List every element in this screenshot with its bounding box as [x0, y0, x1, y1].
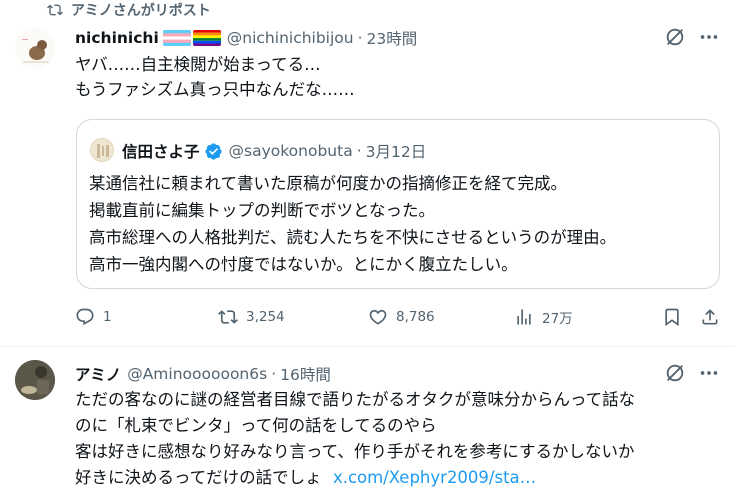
rainbow-flag-icon [192, 30, 221, 46]
quoted-line: 某通信社に頼まれて書いた原稿が何度かの指摘修正を経て完成。 [89, 174, 568, 193]
avatar[interactable] [15, 28, 55, 68]
share-button[interactable] [700, 307, 720, 331]
reply-count: 1 [103, 309, 112, 325]
tweet-text: ヤバ……自主検閲が始まってる… もうファシズム真っ只中なんだな…… [75, 52, 355, 102]
quoted-line: 高市一強内閣への忖度ではないか。とにかく腹立たしい。 [89, 255, 518, 274]
tweet-line: 客は好きに感想なり好みなり言って、作り手がそれを参考にするかしないか [75, 442, 635, 461]
repost-button[interactable]: 3,254 [218, 307, 285, 327]
views-button[interactable]: 27万 [514, 307, 573, 327]
bookmark-button[interactable] [662, 307, 682, 331]
author-handle[interactable]: @nichinichibijou [227, 29, 354, 47]
tweet-line: ヤバ……自主検閲が始まってる… [75, 55, 321, 74]
repost-indicator[interactable]: アミノさんがリポスト [47, 0, 211, 20]
grok-icon [666, 28, 684, 46]
repost-count: 3,254 [246, 309, 285, 325]
grok-icon [666, 364, 684, 382]
tweet-line: ただの客なのに謎の経営者目線で語りたがるオタクが意味分からんって話な [75, 390, 636, 409]
grok-button[interactable] [664, 26, 688, 50]
more-icon [700, 35, 718, 39]
like-icon [369, 309, 387, 325]
views-count: 27万 [542, 311, 573, 327]
grok-button[interactable] [664, 362, 688, 386]
bookmark-icon [665, 308, 679, 327]
timestamp[interactable]: 16時間 [280, 363, 331, 385]
verified-badge-icon [204, 142, 223, 161]
like-count: 8,786 [396, 309, 435, 325]
separator-dot: · [357, 29, 363, 47]
quoted-author-name: 信田さよ子 [122, 143, 200, 161]
repost-label: アミノさんがリポスト [71, 3, 211, 19]
tweet-divider [0, 346, 734, 347]
tweet-line: もうファシズム真っ只中なんだな…… [75, 80, 355, 99]
more-button[interactable] [698, 362, 722, 386]
avatar[interactable] [15, 360, 55, 400]
reply-icon [76, 308, 94, 326]
tweet-text: ただの客なのに謎の経営者目線で語りたがるオタクが意味分からんって話な のに「札束… [75, 387, 635, 491]
author-name[interactable]: nichinichi [75, 29, 159, 47]
share-icon [702, 309, 718, 325]
quoted-date: 3月12日 [365, 143, 427, 161]
quoted-line: 高市総理への人格批判だ、読む人たちを不快にさせるというのが理由。 [89, 228, 617, 247]
tweet-link[interactable]: x.com/Xephyr2009/sta… [333, 468, 536, 487]
author-name[interactable]: アミノ [75, 363, 121, 385]
reply-button[interactable]: 1 [75, 307, 112, 327]
more-icon [700, 371, 718, 375]
separator-dot: · [356, 142, 362, 160]
tweet-line-text: 好きに決めるってだけの話でしょ [75, 468, 322, 487]
tweet-line: のに「札束でビンタ」って何の話をしてるのやら [75, 416, 437, 435]
trans-flag-icon [162, 30, 191, 46]
repost-icon [47, 4, 63, 16]
timestamp[interactable]: 23時間 [367, 27, 418, 49]
quoted-author-handle: @sayokonobuta [228, 142, 353, 160]
tweet-line: 好きに決めるってだけの話でしょ x.com/Xephyr2009/sta… [75, 465, 635, 491]
quoted-avatar[interactable] [90, 138, 114, 162]
more-button[interactable] [698, 26, 722, 50]
author-handle[interactable]: @Aminoooooon6s [127, 365, 267, 383]
quoted-text: 某通信社に頼まれて書いた原稿が何度かの指摘修正を経て完成。 掲載直前に編集トップ… [89, 170, 616, 278]
quoted-line: 掲載直前に編集トップの判断でボツとなった。 [89, 201, 436, 220]
views-icon [517, 309, 531, 325]
repost-icon [218, 310, 238, 324]
like-button[interactable]: 8,786 [368, 307, 435, 327]
separator-dot: · [271, 365, 277, 383]
